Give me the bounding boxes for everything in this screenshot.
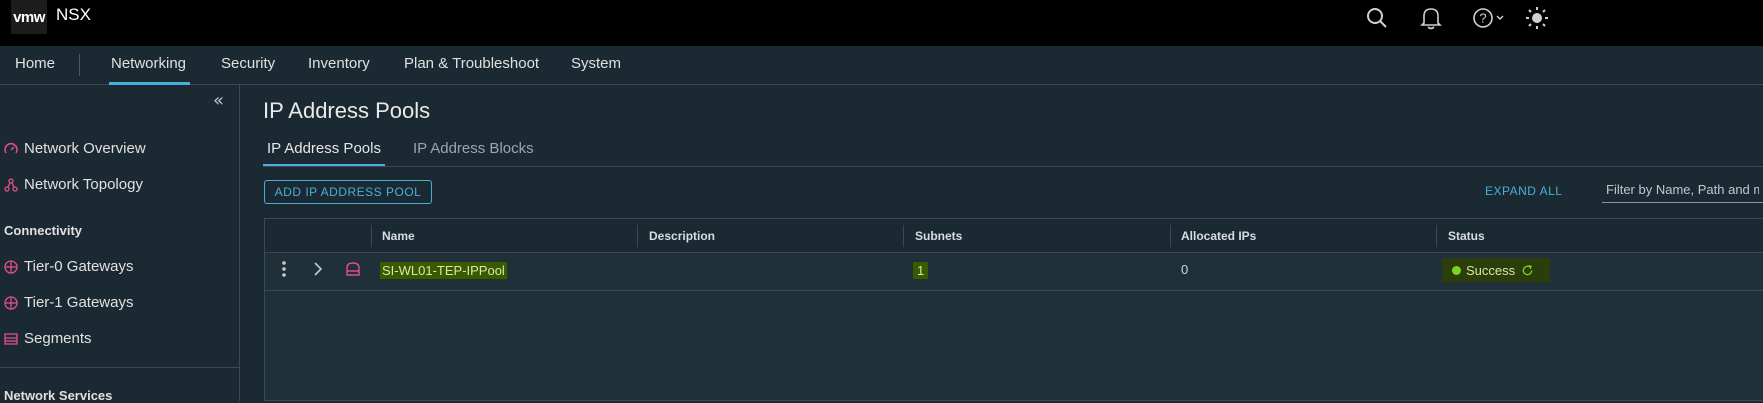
topology-icon bbox=[4, 177, 18, 192]
column-separator bbox=[1436, 225, 1437, 247]
column-header-subnets[interactable]: Subnets bbox=[915, 229, 962, 243]
pool-name-link[interactable]: SI-WL01-TEP-IPPool bbox=[380, 262, 507, 279]
sidebar-item-label: Tier-1 Gateways bbox=[24, 294, 134, 311]
column-separator bbox=[371, 225, 372, 247]
sidebar-item-label: Network Topology bbox=[24, 176, 143, 193]
nav-inventory[interactable]: Inventory bbox=[308, 55, 370, 72]
column-separator bbox=[903, 225, 904, 247]
nav-networking[interactable]: Networking bbox=[108, 55, 191, 85]
column-header-name[interactable]: Name bbox=[382, 229, 415, 243]
pool-subnets-count[interactable]: 1 bbox=[913, 262, 929, 279]
sidebar-item-network-topology[interactable]: Network Topology bbox=[4, 176, 143, 193]
sidebar-item-segments[interactable]: Segments bbox=[4, 330, 92, 347]
theme-icon[interactable] bbox=[1523, 4, 1551, 32]
filter-input[interactable] bbox=[1602, 177, 1763, 203]
nav-divider bbox=[79, 54, 80, 76]
sidebar: « Network Overview Network Topology Conn… bbox=[0, 85, 240, 403]
nav-security[interactable]: Security bbox=[221, 55, 275, 72]
pool-allocated-ips: 0 bbox=[1181, 262, 1189, 277]
gateway-icon bbox=[4, 259, 18, 274]
bell-icon[interactable] bbox=[1417, 4, 1445, 32]
nav-home[interactable]: Home bbox=[15, 55, 55, 72]
nav-plan-troubleshoot[interactable]: Plan & Troubleshoot bbox=[404, 55, 539, 72]
tab-divider bbox=[263, 166, 1763, 167]
sidebar-item-network-overview[interactable]: Network Overview bbox=[4, 140, 146, 157]
sidebar-item-tier0-gateways[interactable]: Tier-0 Gateways bbox=[4, 258, 133, 275]
sidebar-section-connectivity: Connectivity bbox=[4, 223, 83, 238]
sidebar-divider bbox=[0, 367, 239, 368]
status-text: Success bbox=[1466, 262, 1516, 278]
top-header: vmw NSX ? bbox=[0, 0, 1763, 46]
collapse-sidebar-icon[interactable]: « bbox=[213, 90, 224, 111]
column-separator bbox=[1170, 225, 1171, 247]
column-header-description[interactable]: Description bbox=[649, 229, 715, 243]
add-ip-address-pool-button[interactable]: ADD IP ADDRESS POOL bbox=[264, 180, 432, 204]
column-header-status[interactable]: Status bbox=[1448, 229, 1485, 243]
column-header-allocated-ips[interactable]: Allocated IPs bbox=[1181, 229, 1256, 243]
gauge-icon bbox=[4, 142, 18, 153]
tab-ip-address-blocks[interactable]: IP Address Blocks bbox=[413, 140, 534, 157]
ip-pool-icon bbox=[345, 261, 361, 280]
table-row[interactable]: SI-WL01-TEP-IPPool 1 0 Success bbox=[265, 253, 1763, 291]
expand-all-link[interactable]: EXPAND ALL bbox=[1485, 184, 1562, 198]
tab-ip-address-pools[interactable]: IP Address Pools bbox=[263, 140, 385, 167]
table-header: Name Description Subnets Allocated IPs S… bbox=[265, 219, 1763, 253]
app-title: NSX bbox=[56, 5, 91, 24]
gateway-icon bbox=[4, 295, 18, 310]
segments-icon bbox=[4, 332, 18, 345]
svg-text:?: ? bbox=[1479, 11, 1486, 26]
chevron-right-icon[interactable] bbox=[313, 261, 323, 280]
search-icon[interactable] bbox=[1363, 4, 1391, 32]
status-badge: Success bbox=[1442, 258, 1550, 282]
column-separator bbox=[637, 225, 638, 247]
refresh-icon[interactable] bbox=[1521, 264, 1534, 277]
sidebar-item-tier1-gateways[interactable]: Tier-1 Gateways bbox=[4, 294, 133, 311]
sidebar-item-label: Tier-0 Gateways bbox=[24, 258, 134, 275]
ip-pools-table: Name Description Subnets Allocated IPs S… bbox=[264, 218, 1763, 401]
row-actions-icon[interactable] bbox=[279, 259, 289, 282]
sidebar-item-label: Network Overview bbox=[24, 140, 146, 157]
main-nav: Home Networking Security Inventory Plan … bbox=[0, 46, 1763, 85]
nav-system[interactable]: System bbox=[571, 55, 621, 72]
page-title: IP Address Pools bbox=[263, 98, 431, 123]
vmw-logo: vmw bbox=[11, 0, 47, 34]
main-content: IP Address Pools IP Address Pools IP Add… bbox=[240, 85, 1763, 401]
help-icon[interactable]: ? bbox=[1471, 4, 1507, 32]
sidebar-item-label: Segments bbox=[24, 330, 92, 347]
success-dot-icon bbox=[1452, 265, 1461, 275]
